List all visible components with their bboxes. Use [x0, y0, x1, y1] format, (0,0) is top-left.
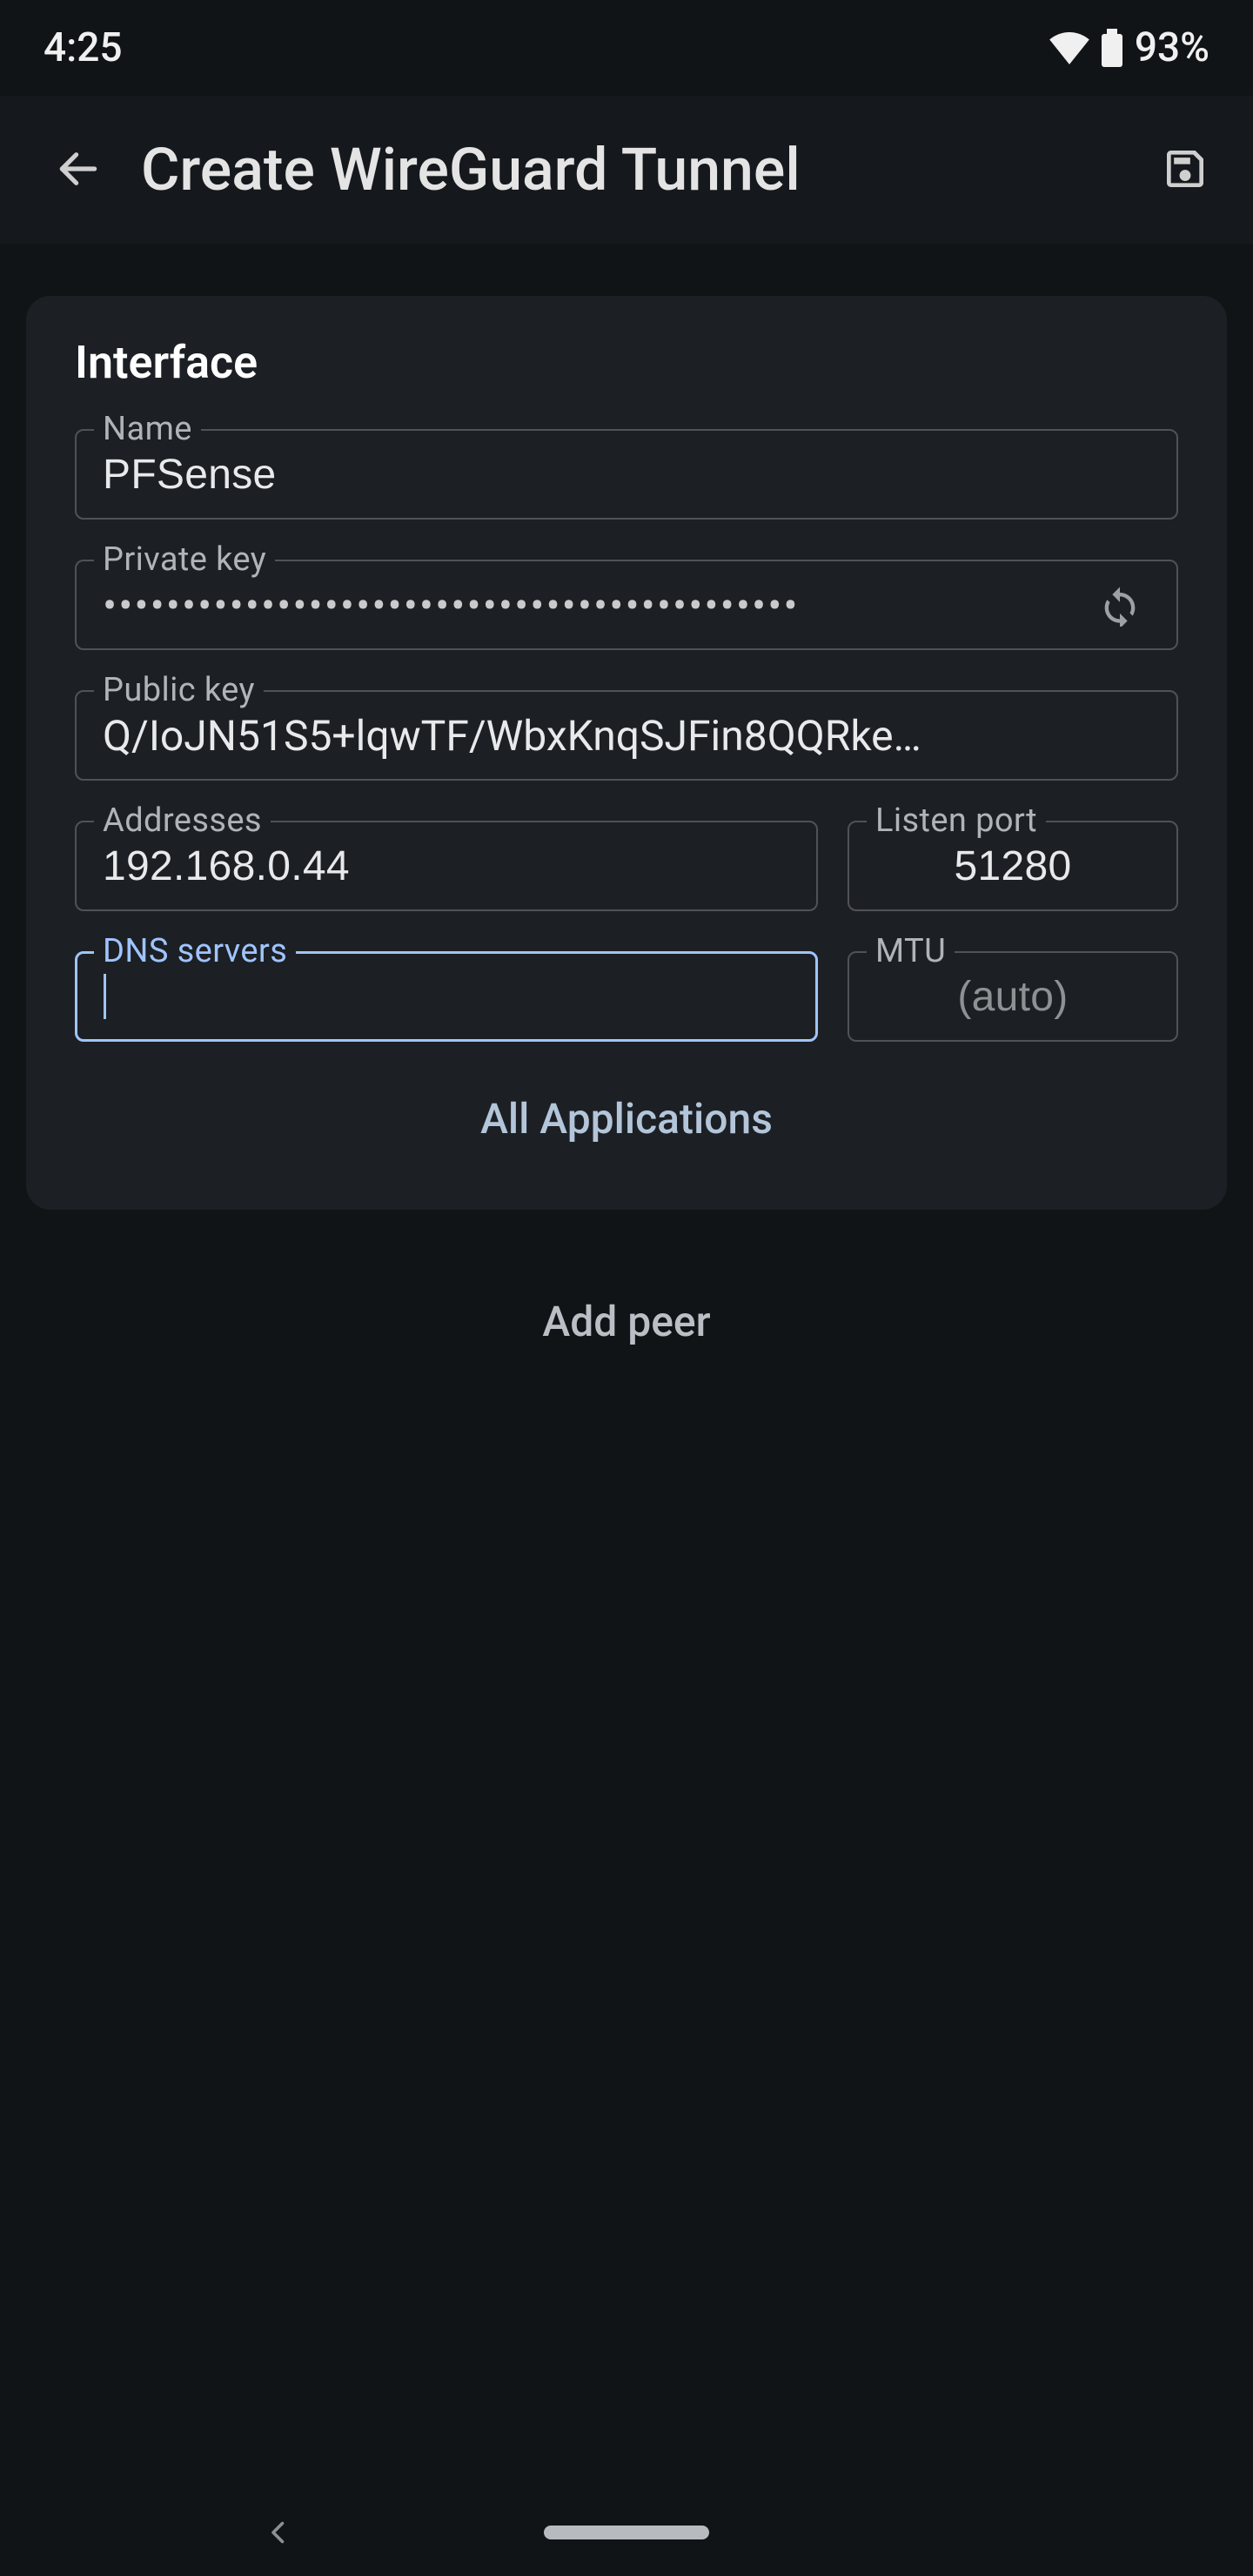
- addresses-input[interactable]: [103, 842, 790, 890]
- arrow-left-icon: [54, 144, 103, 196]
- section-title: Interface: [75, 336, 1178, 389]
- page-title: Create WireGuard Tunnel: [122, 135, 1142, 205]
- add-peer-button[interactable]: Add peer: [26, 1297, 1227, 1346]
- battery-percent: 93%: [1135, 24, 1209, 71]
- interface-card: Interface Name Private key •••••••••••••…: [26, 296, 1227, 1210]
- addresses-label: Addresses: [94, 802, 271, 840]
- name-label: Name: [94, 410, 201, 448]
- mtu-field: MTU: [848, 951, 1178, 1042]
- private-key-field: Private key ••••••••••••••••••••••••••••…: [75, 560, 1178, 650]
- system-nav-bar: [0, 2489, 1253, 2576]
- status-bar: 4:25 93%: [0, 0, 1253, 96]
- addresses-field: Addresses: [75, 821, 818, 911]
- listen-port-label: Listen port: [867, 802, 1046, 840]
- text-caret: [104, 974, 106, 1019]
- name-input[interactable]: [103, 451, 1150, 499]
- public-key-value[interactable]: Q/IoJN51S5+lqwTF/WbxKnqSJFin8QQRke…: [103, 711, 1150, 761]
- mtu-label: MTU: [867, 932, 955, 970]
- battery-icon: [1098, 29, 1126, 67]
- home-handle[interactable]: [544, 2526, 709, 2539]
- regenerate-key-button[interactable]: [1089, 574, 1150, 635]
- status-right: 93%: [1049, 24, 1209, 71]
- all-applications-button[interactable]: All Applications: [75, 1094, 1178, 1144]
- back-button[interactable]: [35, 126, 122, 213]
- dns-field: DNS servers: [75, 951, 818, 1042]
- wifi-icon: [1049, 31, 1089, 64]
- dns-label: DNS servers: [94, 932, 296, 970]
- refresh-icon: [1097, 581, 1142, 629]
- private-key-value[interactable]: ••••••••••••••••••••••••••••••••••••••••…: [103, 580, 1072, 630]
- save-button[interactable]: [1142, 126, 1229, 213]
- listen-port-input[interactable]: [875, 842, 1150, 890]
- save-icon: [1161, 144, 1209, 196]
- listen-port-field: Listen port: [848, 821, 1178, 911]
- mtu-input[interactable]: [875, 973, 1150, 1021]
- public-key-field: Public key Q/IoJN51S5+lqwTF/WbxKnqSJFin8…: [75, 690, 1178, 781]
- private-key-label: Private key: [94, 540, 275, 579]
- status-time: 4:25: [44, 24, 123, 71]
- public-key-label: Public key: [94, 671, 264, 709]
- system-back-button[interactable]: [261, 2515, 296, 2550]
- name-field: Name: [75, 429, 1178, 520]
- app-bar: Create WireGuard Tunnel: [0, 96, 1253, 244]
